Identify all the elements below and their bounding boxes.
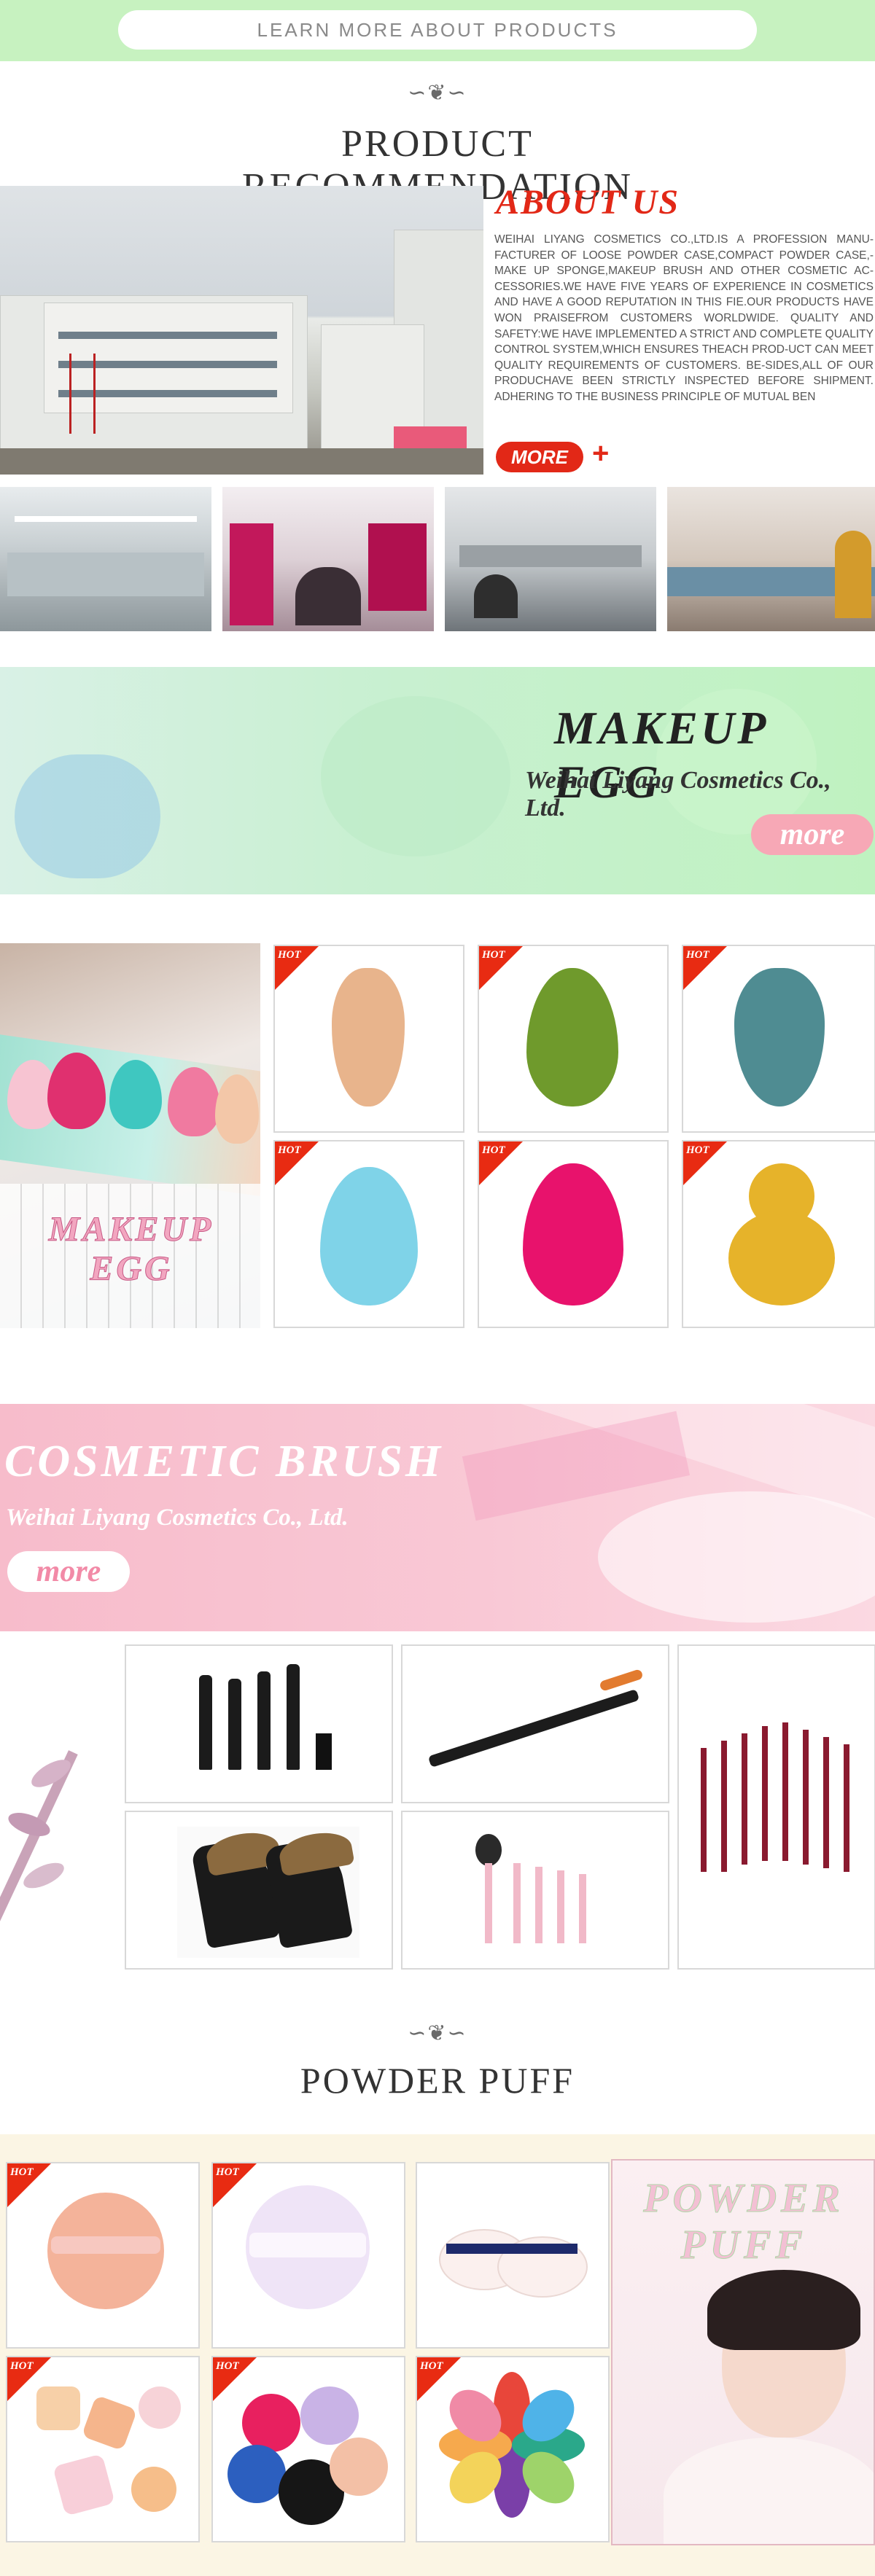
about-us-text: WEIHAI LIYANG COSMETICS CO.,LTD.IS A PRO… <box>494 233 874 403</box>
about-more-button[interactable]: MORE <box>496 442 583 472</box>
product-card-brush-3[interactable] <box>677 1644 875 1970</box>
hot-badge: HOT <box>482 1144 505 1156</box>
egg-sponge-blue <box>320 1167 418 1305</box>
eye-brush-burgundy <box>823 1737 829 1868</box>
model-hair <box>707 2270 860 2350</box>
brush-cap <box>316 1733 332 1770</box>
product-card-puff-2[interactable]: HOT <box>211 2162 405 2349</box>
square-puff <box>36 2386 80 2430</box>
model-shoulders <box>664 2438 874 2544</box>
mini-puff <box>300 2386 359 2445</box>
hot-badge: HOT <box>278 1144 301 1156</box>
hot-badge: HOT <box>482 949 505 961</box>
eye-brush-burgundy <box>782 1722 788 1861</box>
product-card-egg-2[interactable]: HOT <box>478 945 669 1133</box>
product-card-brush-1[interactable] <box>125 1644 393 1803</box>
brush-set-pink <box>535 1867 542 1943</box>
product-card-puff-4[interactable]: HOT <box>6 2356 200 2542</box>
title-ornament-icon: ∽❦∽ <box>408 2021 467 2045</box>
eye-brush-burgundy <box>701 1748 707 1872</box>
makeup-egg-photo-caption: MAKEUP EGG <box>48 1210 214 1289</box>
egg-sponge-teal <box>734 968 825 1106</box>
brush-set-pink <box>485 1863 492 1943</box>
hot-badge: HOT <box>686 1144 709 1156</box>
hot-badge: HOT <box>216 2166 239 2178</box>
product-card-brush-4[interactable] <box>125 1811 393 1970</box>
brush-set-pink <box>513 1863 521 1943</box>
product-card-puff-6[interactable]: HOT <box>416 2356 610 2542</box>
eye-brush-burgundy <box>762 1726 768 1861</box>
product-card-egg-4[interactable]: HOT <box>273 1140 464 1328</box>
round-puff <box>131 2467 176 2512</box>
title-ornament-icon: ∽❦∽ <box>408 81 467 105</box>
cosmetic-brush-banner-subtitle: Weihai Liyang Cosmetics Co., Ltd. <box>6 1504 349 1531</box>
mini-puff <box>242 2394 300 2452</box>
lip-brush-black <box>287 1664 300 1770</box>
product-card-puff-3[interactable] <box>416 2162 610 2349</box>
lip-brush-black <box>199 1675 212 1770</box>
dried-flowers-decoration <box>0 1720 117 1968</box>
section-title-powder-puff: POWDER PUFF <box>300 2060 575 2101</box>
eye-brush-burgundy <box>742 1733 747 1865</box>
hot-badge: HOT <box>10 2360 34 2372</box>
lip-brush-black <box>257 1671 271 1770</box>
product-card-puff-5[interactable]: HOT <box>211 2356 405 2542</box>
powder-puff-photo-caption: POWDER PUFF <box>643 2176 844 2268</box>
lip-brush-black <box>228 1679 241 1770</box>
product-card-brush-2[interactable] <box>401 1644 669 1803</box>
eye-brush-burgundy <box>721 1741 727 1872</box>
mini-puff <box>228 2445 286 2503</box>
product-card-egg-6[interactable]: HOT <box>682 1140 875 1328</box>
plus-icon[interactable]: + <box>592 437 609 470</box>
cosmetic-brush-banner-title: COSMETIC BRUSH <box>4 1437 444 1486</box>
product-card-brush-5[interactable] <box>401 1811 669 1970</box>
round-puff <box>139 2386 181 2429</box>
product-card-egg-3[interactable]: HOT <box>682 945 875 1133</box>
eye-brush-burgundy <box>844 1744 849 1872</box>
factory-building-photo <box>0 186 483 475</box>
product-card-egg-1[interactable]: HOT <box>273 945 464 1133</box>
hot-badge: HOT <box>420 2360 443 2372</box>
hot-badge: HOT <box>278 949 301 961</box>
hot-badge: HOT <box>216 2360 239 2372</box>
square-puff <box>52 2454 115 2516</box>
retractable-brush-tip <box>599 1668 644 1692</box>
egg-sponge-green <box>526 968 618 1106</box>
egg-sponge-pink <box>523 1163 623 1305</box>
mini-puff <box>330 2438 388 2496</box>
learn-more-button[interactable]: LEARN MORE ABOUT PRODUCTS <box>118 10 757 50</box>
hot-badge: HOT <box>686 949 709 961</box>
square-puff <box>81 2394 138 2451</box>
factory-workshop-photo <box>0 487 211 631</box>
office-photo <box>445 487 656 631</box>
retractable-brush-body <box>427 1689 640 1768</box>
cosmetic-brush-more-button[interactable]: more <box>7 1551 130 1592</box>
makeup-egg-more-button[interactable]: more <box>751 814 874 855</box>
about-us-title: ABOUT US <box>496 183 680 222</box>
egg-sponge-gourd-bottom <box>728 1211 835 1305</box>
showroom-photo <box>222 487 434 631</box>
brush-set-pink <box>579 1874 586 1943</box>
egg-sponge-beige <box>332 968 405 1106</box>
production-line-photo <box>667 487 875 631</box>
product-card-egg-5[interactable]: HOT <box>478 1140 669 1328</box>
brush-set-pink <box>557 1870 564 1943</box>
eye-brush-burgundy <box>803 1730 809 1865</box>
hot-badge: HOT <box>10 2166 34 2178</box>
product-card-puff-1[interactable]: HOT <box>6 2162 200 2349</box>
